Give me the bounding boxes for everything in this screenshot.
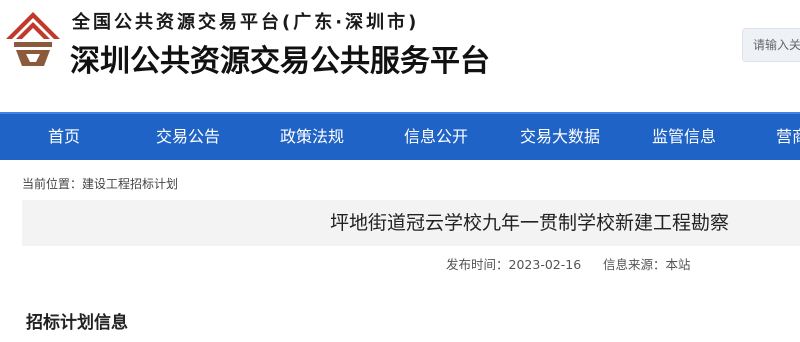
publish-time: 发布时间：2023-02-16 xyxy=(446,254,581,273)
nav-item-trade-bigdata[interactable]: 交易大数据 xyxy=(520,114,600,160)
section-heading: 招标计划信息 xyxy=(26,313,128,333)
info-source-value: 本站 xyxy=(665,257,691,272)
nav-item-trade-notices[interactable]: 交易公告 xyxy=(156,114,220,160)
article-title-bar: 坪地街道冠云学校九年一贯制学校新建工程勘察 xyxy=(22,200,800,246)
nav-item-supervision[interactable]: 监管信息 xyxy=(652,114,716,160)
nav-item-policies[interactable]: 政策法规 xyxy=(280,114,344,160)
site-subtitle: 全国公共资源交易平台(广东·深圳市) xyxy=(72,12,420,33)
breadcrumb-current[interactable]: 建设工程招标计划 xyxy=(82,177,178,191)
nav-item-business[interactable]: 营商 xyxy=(776,114,800,160)
site-logo-icon[interactable] xyxy=(4,10,62,68)
site-title[interactable]: 深圳公共资源交易公共服务平台 xyxy=(70,36,490,80)
article-title: 坪地街道冠云学校九年一贯制学校新建工程勘察 xyxy=(330,212,730,234)
search-input[interactable]: 请输入关 xyxy=(742,28,800,62)
site-header: 全国公共资源交易平台(广东·深圳市) 深圳公共资源交易公共服务平台 请输入关 xyxy=(0,0,800,112)
publish-time-value: 2023-02-16 xyxy=(508,257,582,272)
breadcrumb: 当前位置：建设工程招标计划 xyxy=(22,175,178,192)
nav-item-info-disclosure[interactable]: 信息公开 xyxy=(404,114,468,160)
info-source: 信息来源：本站 xyxy=(603,254,691,273)
publish-time-label: 发布时间： xyxy=(446,257,509,272)
main-nav: 首页 交易公告 政策法规 信息公开 交易大数据 监管信息 营商 xyxy=(0,112,800,160)
info-source-label: 信息来源： xyxy=(603,257,666,272)
nav-item-home[interactable]: 首页 xyxy=(48,114,80,160)
breadcrumb-prefix: 当前位置： xyxy=(22,177,83,191)
